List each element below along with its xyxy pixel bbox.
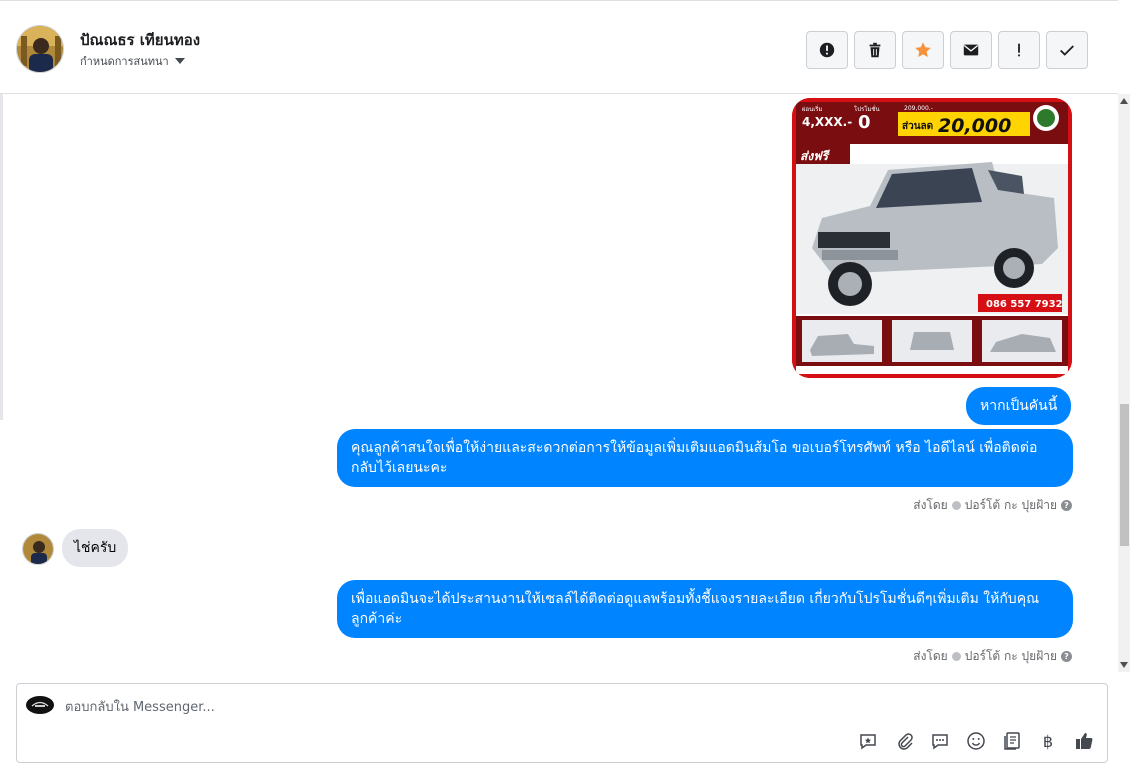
message-bubble-outgoing[interactable]: หากเป็นคันนี้ (966, 387, 1072, 425)
ad-down-value: 4,XXX.- (802, 115, 852, 129)
assign-conversation-dropdown[interactable]: กำหนดการสนทนา (80, 52, 185, 70)
thread-divider (0, 94, 3, 420)
saved-reply-icon (860, 734, 876, 750)
star-icon (915, 42, 931, 58)
attach-button[interactable] (893, 730, 915, 752)
conversation-actions (806, 31, 1088, 69)
saved-reply-button[interactable] (857, 730, 879, 752)
ad-phone: 086 557 7932 (986, 299, 1063, 310)
assign-conversation-label: กำหนดการสนทนา (80, 55, 169, 68)
payment-button[interactable]: ฿ (1037, 730, 1059, 752)
message-text: หากเป็นคันนี้ (980, 398, 1058, 414)
sent-by-prefix: ส่งโดย (913, 498, 948, 512)
help-icon[interactable]: ? (1061, 651, 1072, 662)
scroll-thumb[interactable] (1120, 404, 1129, 546)
ad-caption: 1048 TRITON CAB 2.4 GLX CD MPS MNC CNG M… (842, 370, 992, 376)
agent-status-icon (951, 501, 961, 510)
page-logo-avatar (26, 696, 54, 714)
emoji-icon (967, 732, 985, 750)
document-button[interactable] (1001, 730, 1023, 752)
customer-avatar[interactable] (16, 25, 64, 73)
message-bubble-incoming[interactable]: ไช่ครับ (62, 529, 129, 567)
sent-by-line: ส่งโดย ปอร์โต้ กะ ปุยฝ้าย ? (913, 496, 1072, 515)
delete-button[interactable] (854, 31, 896, 69)
reply-input[interactable] (65, 696, 965, 718)
star-button[interactable] (902, 31, 944, 69)
customer-name: ปัณณธร เทียนทอง (80, 31, 201, 49)
message-bubble-outgoing[interactable]: คุณลูกค้าสนใจเพื่อให้ง่ายและสะดวกต่อการใ… (337, 429, 1073, 487)
help-icon[interactable]: ? (1061, 500, 1072, 511)
alert-circle-icon (819, 42, 835, 58)
baht-icon: ฿ (1042, 731, 1054, 751)
customer-avatar-small (22, 533, 54, 565)
check-icon (1060, 45, 1074, 56)
trash-icon (869, 42, 881, 58)
envelope-icon (963, 44, 979, 56)
message-bubble-outgoing[interactable]: เพื่อแอดมินจะได้ประสานงานให้เซลล์ได้ติดต… (337, 580, 1073, 638)
agent-status-icon (951, 652, 961, 661)
message-thread[interactable]: ผ่อนเริ่ม 4,XXX.- โปรโมชั่น 0 209,000.- … (0, 94, 1118, 672)
message-text: ไช่ครับ (74, 540, 117, 556)
ad-discount-label: ส่วนลด (902, 120, 933, 132)
like-button[interactable] (1073, 730, 1095, 752)
mark-done-button[interactable] (1046, 31, 1088, 69)
message-text: เพื่อแอดมินจะได้ประสานงานให้เซลล์ได้ติดต… (351, 591, 1040, 627)
sent-by-agent: ปอร์โต้ กะ ปุยฝ้าย (964, 498, 1057, 512)
chevron-down-icon (174, 58, 185, 64)
sent-by-prefix: ส่งโดย (913, 649, 948, 663)
emoji-button[interactable] (965, 730, 987, 752)
chat-bubble-icon (932, 734, 948, 750)
conversation-header: ปัณณธร เทียนทอง กำหนดการสนทนา (0, 0, 1118, 94)
mark-unread-button[interactable] (950, 31, 992, 69)
ad-promo-value: 0 (858, 112, 871, 133)
ad-free-label: ส่งฟรี (800, 149, 831, 163)
messenger-inbox: ปัณณธร เทียนทอง กำหนดการสนทนา ผ่อนเริ่ม … (0, 0, 1130, 767)
document-icon (1004, 732, 1020, 750)
spam-button[interactable] (806, 31, 848, 69)
thread-scrollbar[interactable] (1118, 94, 1130, 672)
message-text: คุณลูกค้าสนใจเพื่อให้ง่ายและสะดวกต่อการใ… (351, 440, 1038, 476)
ad-price: 209,000.- (904, 105, 933, 112)
exclamation-icon (1018, 43, 1020, 57)
sent-by-agent: ปอร์โต้ กะ ปุยฝ้าย (964, 649, 1057, 663)
quick-reply-button[interactable] (929, 730, 951, 752)
scroll-up-arrow-icon[interactable] (1120, 98, 1128, 104)
scroll-down-arrow-icon[interactable] (1120, 662, 1128, 668)
sent-by-line: ส่งโดย ปอร์โต้ กะ ปุยฝ้าย ? (913, 647, 1072, 666)
composer-toolbar: ฿ (857, 730, 1095, 752)
ad-discount-value: 20,000 (938, 115, 1011, 137)
reply-composer: ฿ (16, 683, 1108, 763)
thumbs-up-icon (1076, 733, 1093, 749)
ad-down-label: ผ่อนเริ่ม (802, 105, 822, 113)
important-button[interactable] (998, 31, 1040, 69)
attachment-icon (898, 733, 913, 750)
car-ad-image[interactable]: ผ่อนเริ่ม 4,XXX.- โปรโมชั่น 0 209,000.- … (792, 98, 1072, 378)
